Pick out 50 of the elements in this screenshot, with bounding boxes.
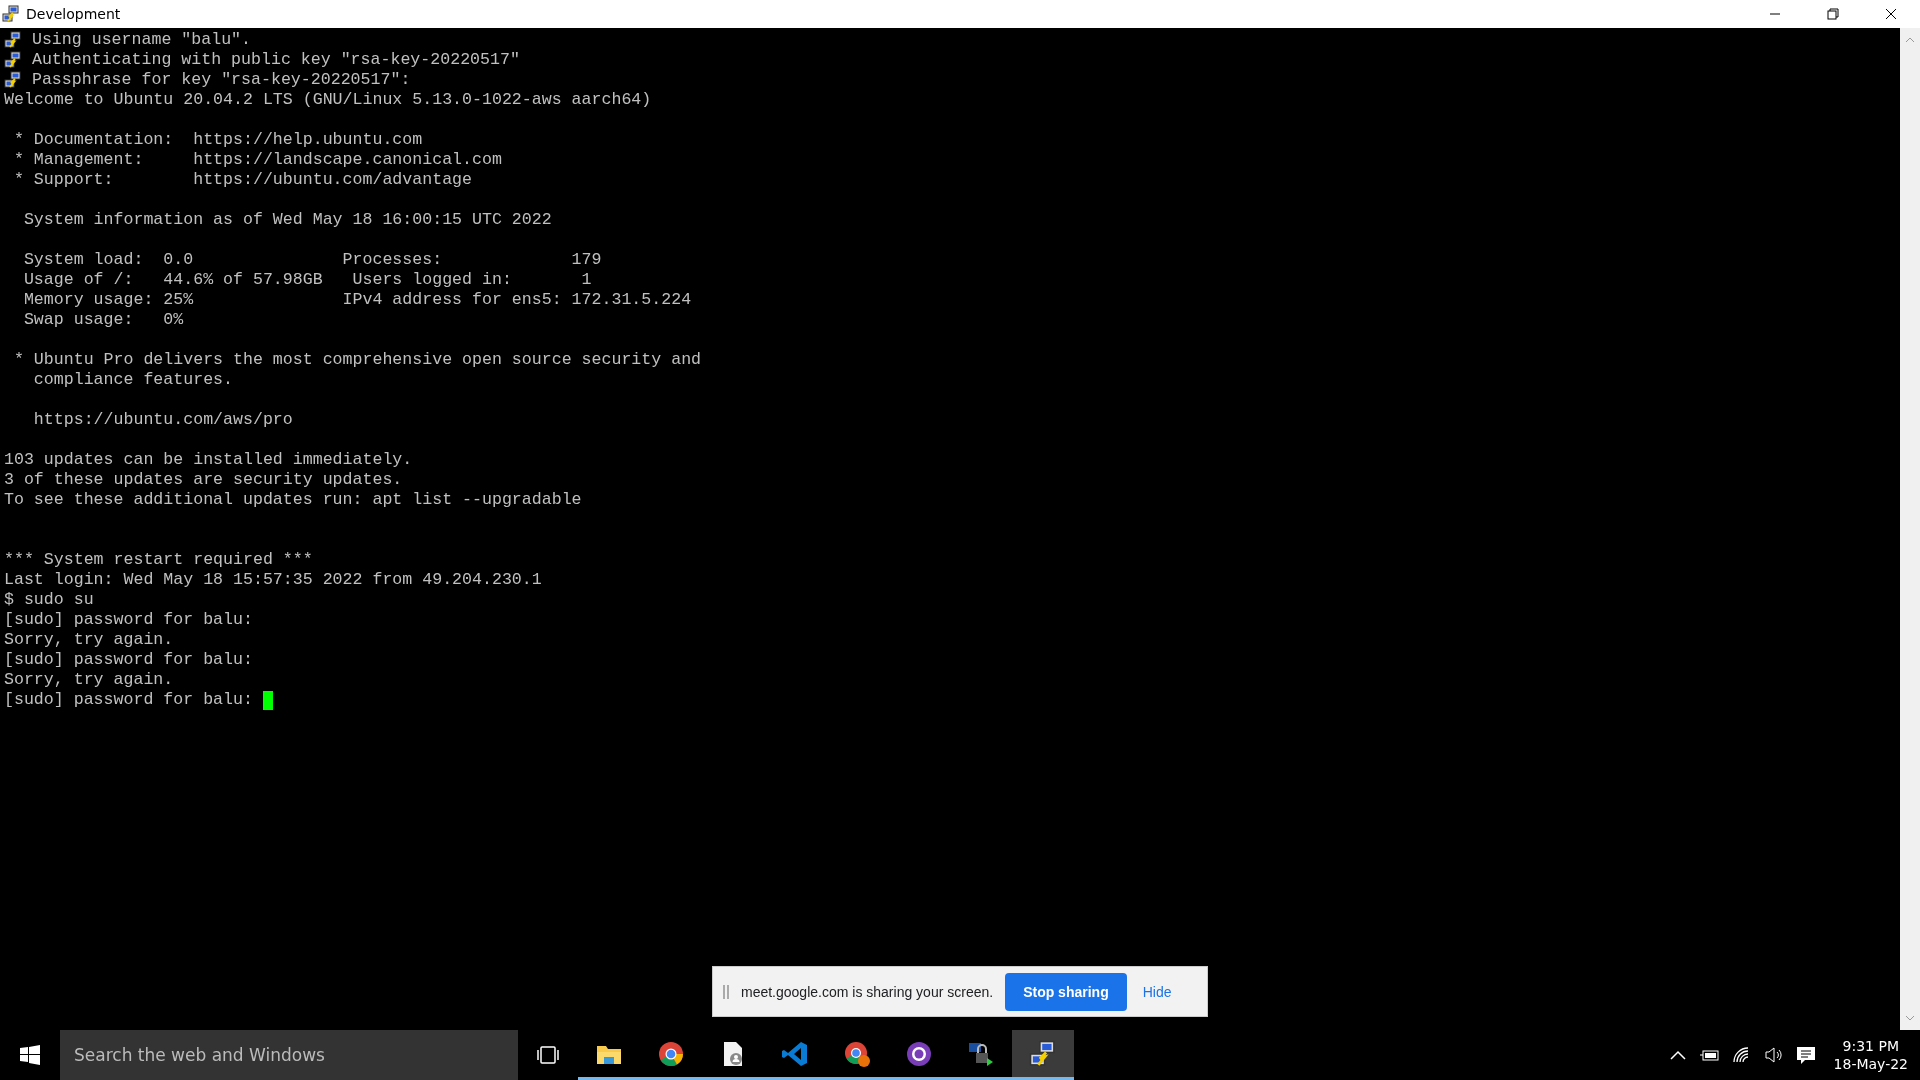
terminal-line: Memory usage: 25% IPv4 address for ens5: 172.31.5.224	[22, 290, 692, 310]
terminal-line: * Management: https://landscape.canonical.com	[12, 150, 502, 170]
terminal-line: *** System restart required ***	[4, 550, 313, 570]
terminal-line: * Support: https://ubuntu.com/advantage	[12, 170, 473, 190]
clock[interactable]: 9:31 PM 18-May-22	[1821, 1030, 1920, 1080]
taskbar-app-button[interactable]	[1012, 1030, 1074, 1080]
app-icon	[2, 5, 20, 23]
terminal-line: Last login: Wed May 18 15:57:35 2022 from 49.204.230.1	[4, 570, 542, 590]
restore-icon	[1827, 8, 1839, 20]
terminal-line: compliance features.	[32, 370, 234, 390]
clock-time: 9:31 PM	[1842, 1038, 1899, 1054]
terminal-line: Passphrase for key "rsa-key-20220517":	[30, 70, 411, 90]
sharing-message: meet.google.com is sharing your screen.	[741, 983, 994, 1000]
code-editor-icon	[781, 1039, 809, 1068]
terminal-line: System load: 0.0 Processes: 179	[22, 250, 602, 270]
terminal-line: $ sudo su	[4, 590, 94, 610]
search-field[interactable]: Search the web and Windows	[60, 1030, 518, 1080]
window-title: Development	[26, 6, 122, 22]
terminal-line: Sorry, try again.	[4, 670, 174, 690]
putty-icon	[4, 51, 22, 69]
terminal-line: Authenticating with public key "rsa-key-20220517"	[30, 50, 520, 70]
chevron-up-icon	[1669, 1050, 1686, 1060]
drag-handle-icon[interactable]	[723, 984, 729, 999]
terminal-line: System information as of Wed May 18 16:00:15 UTC 2022	[22, 210, 552, 230]
terminal-line: [sudo] password for balu:	[4, 610, 253, 630]
terminal-line: Using username "balu".	[30, 30, 252, 50]
close-icon	[1885, 8, 1897, 20]
hide-link[interactable]: Hide	[1138, 983, 1176, 1000]
task-view-icon	[537, 1045, 559, 1065]
clock-date: 18-May-22	[1833, 1056, 1908, 1072]
terminal-line: Sorry, try again.	[4, 630, 174, 650]
windows-logo-icon	[20, 1045, 40, 1065]
terminal-line: https://ubuntu.com/aws/pro	[32, 410, 293, 430]
putty-icon	[4, 71, 22, 89]
stop-sharing-button[interactable]: Stop sharing	[1005, 972, 1127, 1011]
putty-icon	[1029, 1039, 1057, 1068]
browser-icon	[843, 1039, 871, 1068]
terminal-line: Swap usage: 0%	[22, 310, 184, 330]
terminal-line: * Ubuntu Pro delivers the most comprehensive open source security and	[12, 350, 702, 370]
text-cursor	[262, 690, 273, 710]
terminal-line: * Documentation: https://help.ubuntu.com	[12, 130, 423, 150]
terminal-line: 103 updates can be installed immediately.	[4, 450, 413, 470]
terminal-line: Welcome to Ubuntu 20.04.2 LTS (GNU/Linux 5.13.0-1022-aws aarch64)	[4, 90, 652, 110]
putty-icon	[4, 31, 22, 49]
terminal-line: 3 of these updates are security updates.	[4, 470, 403, 490]
browser-icon	[657, 1039, 685, 1068]
terminal-line: Usage of /: 44.6% of 57.98GB Users logged in: 1	[22, 270, 592, 290]
terminal-line: To see these additional updates run: apt list --upgradable	[4, 490, 582, 510]
terminal-line: [sudo] password for balu:	[4, 690, 254, 710]
terminal-line: [sudo] password for balu:	[4, 650, 253, 670]
